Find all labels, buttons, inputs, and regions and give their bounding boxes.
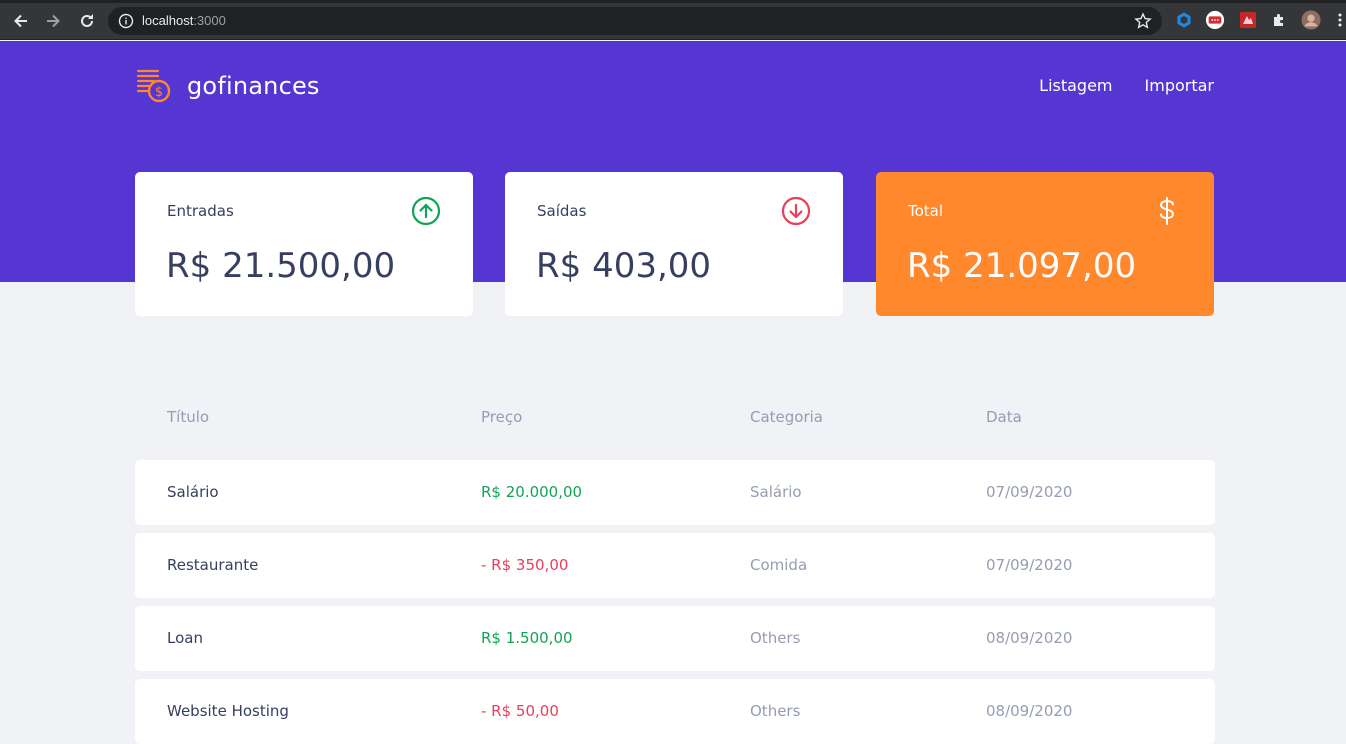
- table-row: Salário R$ 20.000,00 Salário 07/09/2020: [135, 460, 1215, 525]
- income-card: Entradas R$ 21.500,00: [135, 172, 473, 316]
- main-nav: Listagem Importar: [1039, 76, 1214, 95]
- bookmark-star-icon[interactable]: [1134, 12, 1152, 30]
- extension-dots-icon[interactable]: [1205, 10, 1225, 30]
- total-card-value: R$ 21.097,00: [907, 246, 1137, 286]
- row-price: R$ 20.000,00: [481, 483, 583, 501]
- back-icon[interactable]: [10, 10, 32, 32]
- table-row: Loan R$ 1.500,00 Others 08/09/2020: [135, 606, 1215, 671]
- row-title: Website Hosting: [167, 702, 289, 720]
- tab-strip-edge: [0, 0, 1346, 3]
- row-price: R$ 1.500,00: [481, 629, 573, 647]
- nav-importar-link[interactable]: Importar: [1145, 76, 1214, 95]
- column-header-price: Preço: [481, 408, 523, 426]
- outcome-card: Saídas R$ 403,00: [505, 172, 843, 316]
- row-price: - R$ 350,00: [481, 556, 569, 574]
- reload-icon[interactable]: [76, 10, 98, 32]
- browser-toolbar: localhost:3000: [0, 0, 1346, 40]
- row-date: 07/09/2020: [986, 483, 1073, 501]
- logo[interactable]: $ gofinances: [135, 69, 320, 103]
- row-category: Others: [750, 702, 801, 720]
- nav-listagem-link[interactable]: Listagem: [1039, 76, 1112, 95]
- row-date: 08/09/2020: [986, 629, 1073, 647]
- row-category: Salário: [750, 483, 802, 501]
- browser-menu-icon[interactable]: [1330, 10, 1346, 30]
- address-bar[interactable]: localhost:3000: [108, 7, 1162, 35]
- row-category: Comida: [750, 556, 808, 574]
- arrow-up-circle-icon: [411, 196, 441, 226]
- column-header-date: Data: [986, 408, 1022, 426]
- site-info-icon[interactable]: [118, 13, 134, 29]
- extension-hex-icon[interactable]: [1174, 10, 1194, 30]
- dollar-sign-icon: [1159, 197, 1175, 225]
- forward-icon[interactable]: [42, 10, 64, 32]
- url-host: localhost: [142, 13, 194, 28]
- total-card-label: Total: [908, 202, 944, 220]
- table-header: Título Preço Categoria Data: [135, 408, 1215, 432]
- table-row: Restaurante - R$ 350,00 Comida 07/09/202…: [135, 533, 1215, 598]
- svg-text:$: $: [155, 85, 163, 100]
- row-title: Restaurante: [167, 556, 259, 574]
- extensions-puzzle-icon[interactable]: [1269, 10, 1289, 30]
- app-name: gofinances: [187, 72, 320, 100]
- url-port: :3000: [193, 13, 226, 28]
- income-card-label: Entradas: [167, 202, 234, 220]
- column-header-title: Título: [167, 408, 210, 426]
- table-row: Website Hosting - R$ 50,00 Others 08/09/…: [135, 679, 1215, 744]
- row-title: Salário: [167, 483, 219, 501]
- profile-avatar-icon[interactable]: [1301, 10, 1321, 30]
- income-card-value: R$ 21.500,00: [166, 246, 396, 286]
- row-date: 08/09/2020: [986, 702, 1073, 720]
- row-price: - R$ 50,00: [481, 702, 559, 720]
- total-card: Total R$ 21.097,00: [876, 172, 1214, 316]
- arrow-down-circle-icon: [781, 196, 811, 226]
- outcome-card-value: R$ 403,00: [536, 246, 712, 286]
- row-title: Loan: [167, 629, 203, 647]
- outcome-card-label: Saídas: [537, 202, 587, 220]
- url-text: localhost:3000: [142, 13, 226, 28]
- coins-logo-icon: $: [136, 69, 171, 103]
- row-category: Others: [750, 629, 801, 647]
- row-date: 07/09/2020: [986, 556, 1073, 574]
- extension-red-icon[interactable]: [1238, 10, 1258, 30]
- column-header-category: Categoria: [750, 408, 824, 426]
